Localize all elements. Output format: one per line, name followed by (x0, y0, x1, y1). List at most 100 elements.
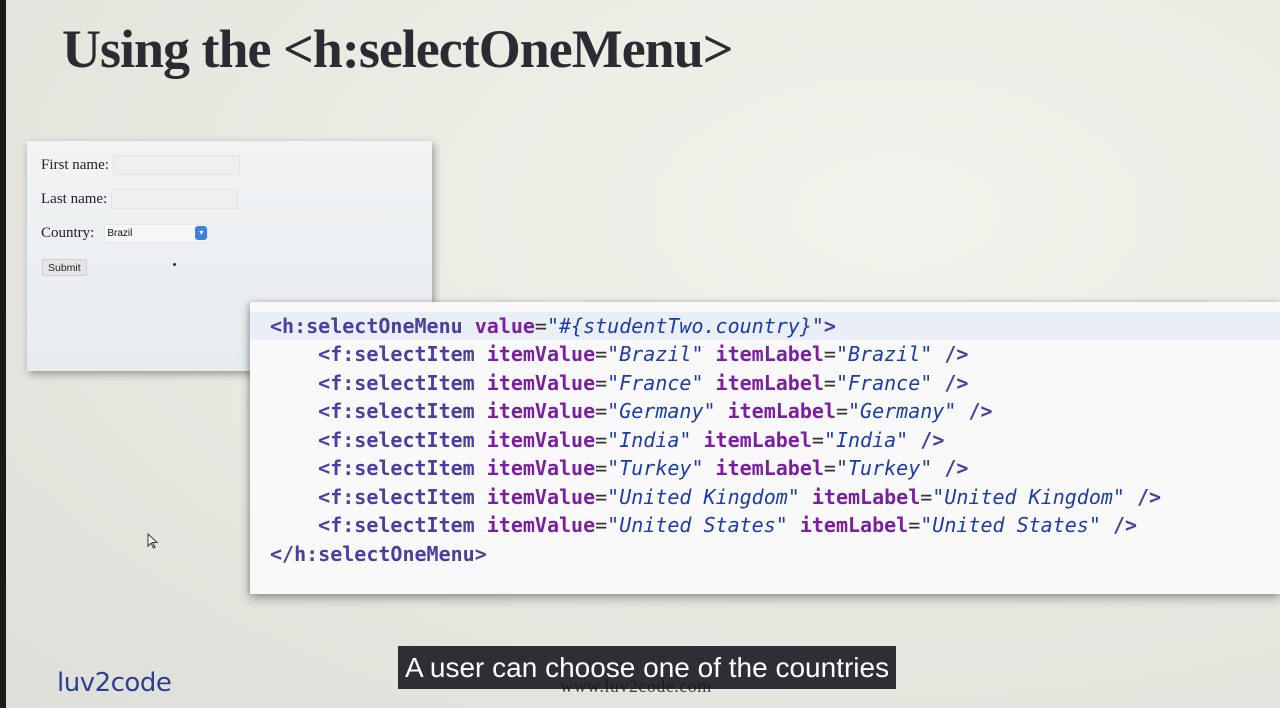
code-token-eq: = (823, 456, 836, 480)
slide-title: Using the <h:selectOneMenu> (62, 19, 733, 79)
code-token-str: "United Kingdom" (607, 485, 800, 509)
dropdown-arrow-icon[interactable]: ▾ (195, 226, 208, 240)
code-token-attr: itemLabel (703, 428, 812, 452)
code-token-tag: </h:selectOneMenu> (270, 542, 487, 566)
code-token-attr: itemValue (486, 371, 596, 395)
first-name-row: First name: (41, 155, 240, 175)
code-token-tag: <f:selectItem (318, 513, 487, 537)
code-token-tag: /> (944, 342, 969, 366)
video-caption: A user can choose one of the countries (398, 646, 897, 689)
code-token-attr: itemLabel (715, 342, 824, 366)
code-token-str: "United States" (920, 513, 1101, 537)
cursor-dot (173, 263, 176, 266)
code-token-tag: /> (1137, 485, 1162, 509)
code-token-attr: itemValue (486, 456, 596, 480)
code-token-str: "France" (607, 371, 704, 395)
code-token-eq: = (811, 428, 824, 452)
country-select-value: Brazil (107, 228, 133, 239)
code-snippet-panel: <h:selectOneMenu value = "#{studentTwo.cou… (250, 302, 1280, 594)
code-token-str: "#{studentTwo.country}" (546, 314, 824, 338)
code-token-attr: itemValue (486, 399, 596, 423)
first-name-field[interactable] (112, 155, 240, 175)
code-token-str: "Germany" (607, 399, 716, 423)
first-name-label: First name: (41, 156, 109, 173)
code-token-attr: itemValue (486, 485, 596, 509)
code-token-str: "Germany" (848, 399, 957, 423)
code-token-str: "Turkey" (607, 456, 704, 480)
code-token-tag: /> (944, 456, 969, 480)
code-token-str: "Brazil" (835, 342, 933, 366)
code-token-str: "Brazil" (607, 342, 704, 366)
last-name-row: Last name: (41, 189, 239, 209)
code-token-attr: itemValue (486, 342, 596, 366)
code-token-tag: <f:selectItem (318, 371, 487, 395)
code-line: <f:selectItem itemValue="United States" … (250, 511, 1280, 539)
code-token-tag: <f:selectItem (318, 342, 487, 366)
last-name-label: Last name: (41, 190, 108, 207)
submit-button[interactable]: Submit (42, 259, 87, 276)
code-token-attr: value (474, 314, 535, 338)
code-token-eq: = (595, 456, 608, 480)
code-token-eq: = (908, 513, 921, 537)
code-line: <f:selectItem itemValue="Germany" itemLa… (250, 397, 1280, 425)
code-line: </h:selectOneMenu> (250, 540, 1280, 568)
code-token-eq: = (920, 485, 933, 509)
code-token-tag: /> (1112, 513, 1138, 537)
last-name-field[interactable] (111, 189, 239, 209)
code-token-attr: itemLabel (799, 513, 909, 537)
left-edge-bezel (0, 0, 6, 708)
code-token-attr: itemLabel (715, 456, 824, 480)
code-token-attr: itemValue (486, 428, 596, 452)
code-token-str: "United States" (607, 513, 788, 537)
luv2code-logo: luv2code (57, 668, 172, 698)
code-token-eq: = (595, 371, 608, 395)
code-token-attr: itemLabel (727, 399, 836, 423)
code-token-tag: /> (968, 399, 993, 423)
code-token-str: "United Kingdom" (932, 485, 1125, 509)
code-token-eq: = (595, 428, 608, 452)
code-token-str: "India" (607, 428, 692, 452)
logo-text: luv2code (57, 668, 172, 698)
code-line: <f:selectItem itemValue="France" itemLab… (250, 369, 1280, 397)
code-line: <f:selectItem itemValue="Brazil" itemLab… (250, 340, 1280, 368)
code-line: <f:selectItem itemValue="India" itemLabe… (250, 426, 1280, 454)
code-token-eq: = (595, 399, 608, 423)
code-token-eq: = (823, 371, 836, 395)
country-select[interactable]: Brazil ▾ (104, 224, 209, 243)
country-label: Country: (41, 225, 95, 241)
code-token-tag: > (823, 314, 836, 338)
code-token-tag: <h:selectOneMenu (270, 314, 475, 338)
code-token-tag: <f:selectItem (318, 428, 487, 452)
code-token-tag: /> (920, 428, 945, 452)
code-token-eq: = (595, 342, 608, 366)
code-token-attr: itemLabel (811, 485, 921, 509)
code-token-str: "India" (823, 428, 909, 452)
mouse-pointer-icon (147, 533, 159, 549)
code-line: <h:selectOneMenu value="#{studentTwo.cou… (250, 312, 1280, 340)
code-token-tag: <f:selectItem (318, 456, 487, 480)
code-token-tag: <f:selectItem (318, 399, 487, 423)
code-token-eq: = (835, 399, 849, 423)
code-token-attr: itemValue (486, 513, 596, 537)
code-token-eq: = (823, 342, 836, 366)
country-row: Country: Brazil ▾ (41, 224, 209, 243)
code-line: <f:selectItem itemValue="United Kingdom"… (250, 483, 1280, 511)
code-token-tag: <f:selectItem (318, 485, 487, 509)
